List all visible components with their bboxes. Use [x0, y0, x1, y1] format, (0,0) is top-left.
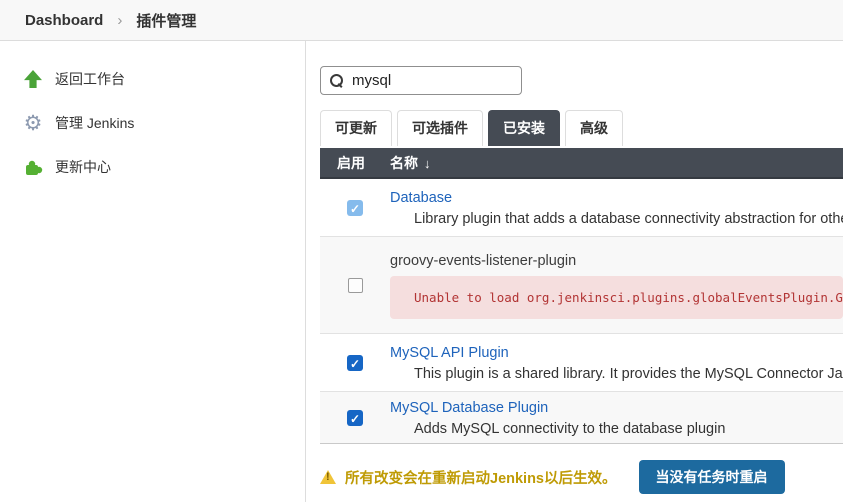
search-input[interactable]	[352, 72, 502, 89]
sort-descending-icon: ↓	[424, 155, 431, 171]
gear-icon: ⚙	[23, 111, 43, 135]
plugin-enabled-checkbox[interactable]	[347, 409, 363, 426]
sidebar: 返回工作台 ⚙ 管理 Jenkins 更新中心	[0, 41, 306, 502]
sidebar-item-label: 返回工作台	[55, 71, 125, 87]
sidebar-item-manage-jenkins[interactable]: ⚙ 管理 Jenkins	[0, 101, 305, 145]
plugin-name-link[interactable]: MySQL API Plugin	[390, 345, 509, 361]
plugin-description: Adds MySQL connectivity to the database …	[414, 420, 726, 437]
plugin-enabled-checkbox[interactable]	[347, 354, 363, 371]
table-row: MySQL API Plugin This plugin is a shared…	[320, 334, 843, 392]
restart-when-idle-button[interactable]: 当没有任务时重启	[638, 460, 785, 494]
plugin-manager-main: 可更新 可选插件 已安装 高级 启用 名称 ↓ Database Library …	[306, 41, 843, 502]
table-row: Database Library plugin that adds a data…	[320, 179, 843, 237]
plugin-name-link[interactable]: MySQL Database Plugin	[390, 400, 548, 416]
plugin-tabs: 可更新 可选插件 已安装 高级	[320, 110, 843, 146]
table-row: MySQL Database Plugin Adds MySQL connect…	[320, 392, 843, 444]
column-header-enabled: 启用	[337, 154, 365, 171]
plugin-enabled-checkbox[interactable]	[347, 277, 363, 293]
plugin-name-link[interactable]: Database	[390, 190, 452, 206]
column-header-name[interactable]: 名称 ↓	[390, 153, 843, 173]
plugin-search-box[interactable]	[320, 66, 522, 95]
plugin-name: groovy-events-listener-plugin	[390, 252, 577, 269]
puzzle-icon	[22, 156, 44, 178]
sidebar-item-label: 管理 Jenkins	[55, 115, 135, 131]
sidebar-item-back-to-dashboard[interactable]: 返回工作台	[0, 57, 305, 101]
restart-notice-bar: 所有改变会在重新启动Jenkins以后生效。 当没有任务时重启	[320, 460, 843, 494]
plugin-description: This plugin is a shared library. It prov…	[414, 365, 843, 382]
warning-icon	[320, 470, 336, 484]
restart-warning-text: 所有改变会在重新启动Jenkins以后生效。	[345, 470, 617, 487]
up-arrow-icon	[22, 68, 44, 90]
breadcrumb-page-title: 插件管理	[136, 12, 197, 30]
table-header-row: 启用 名称 ↓	[320, 148, 843, 179]
tab-installed[interactable]: 已安装	[488, 110, 560, 146]
column-header-name-label: 名称	[390, 154, 418, 171]
chevron-right-icon: ›	[117, 11, 123, 29]
sidebar-item-update-center[interactable]: 更新中心	[0, 145, 305, 189]
sidebar-item-label: 更新中心	[55, 159, 111, 175]
breadcrumb: Dashboard › 插件管理	[0, 0, 843, 41]
tab-available[interactable]: 可选插件	[397, 110, 483, 146]
plugin-enabled-checkbox[interactable]	[347, 199, 363, 216]
table-row: groovy-events-listener-plugin Unable to …	[320, 237, 843, 334]
tab-updates[interactable]: 可更新	[320, 110, 392, 146]
tab-advanced[interactable]: 高级	[565, 110, 623, 146]
breadcrumb-dashboard-link[interactable]: Dashboard	[25, 12, 103, 29]
plugin-description: Library plugin that adds a database conn…	[414, 210, 843, 227]
search-icon	[330, 74, 343, 87]
plugin-load-error-message: Unable to load org.jenkinsci.plugins.glo…	[390, 275, 843, 319]
installed-plugins-table: 启用 名称 ↓ Database Library plugin that adds…	[320, 148, 843, 444]
